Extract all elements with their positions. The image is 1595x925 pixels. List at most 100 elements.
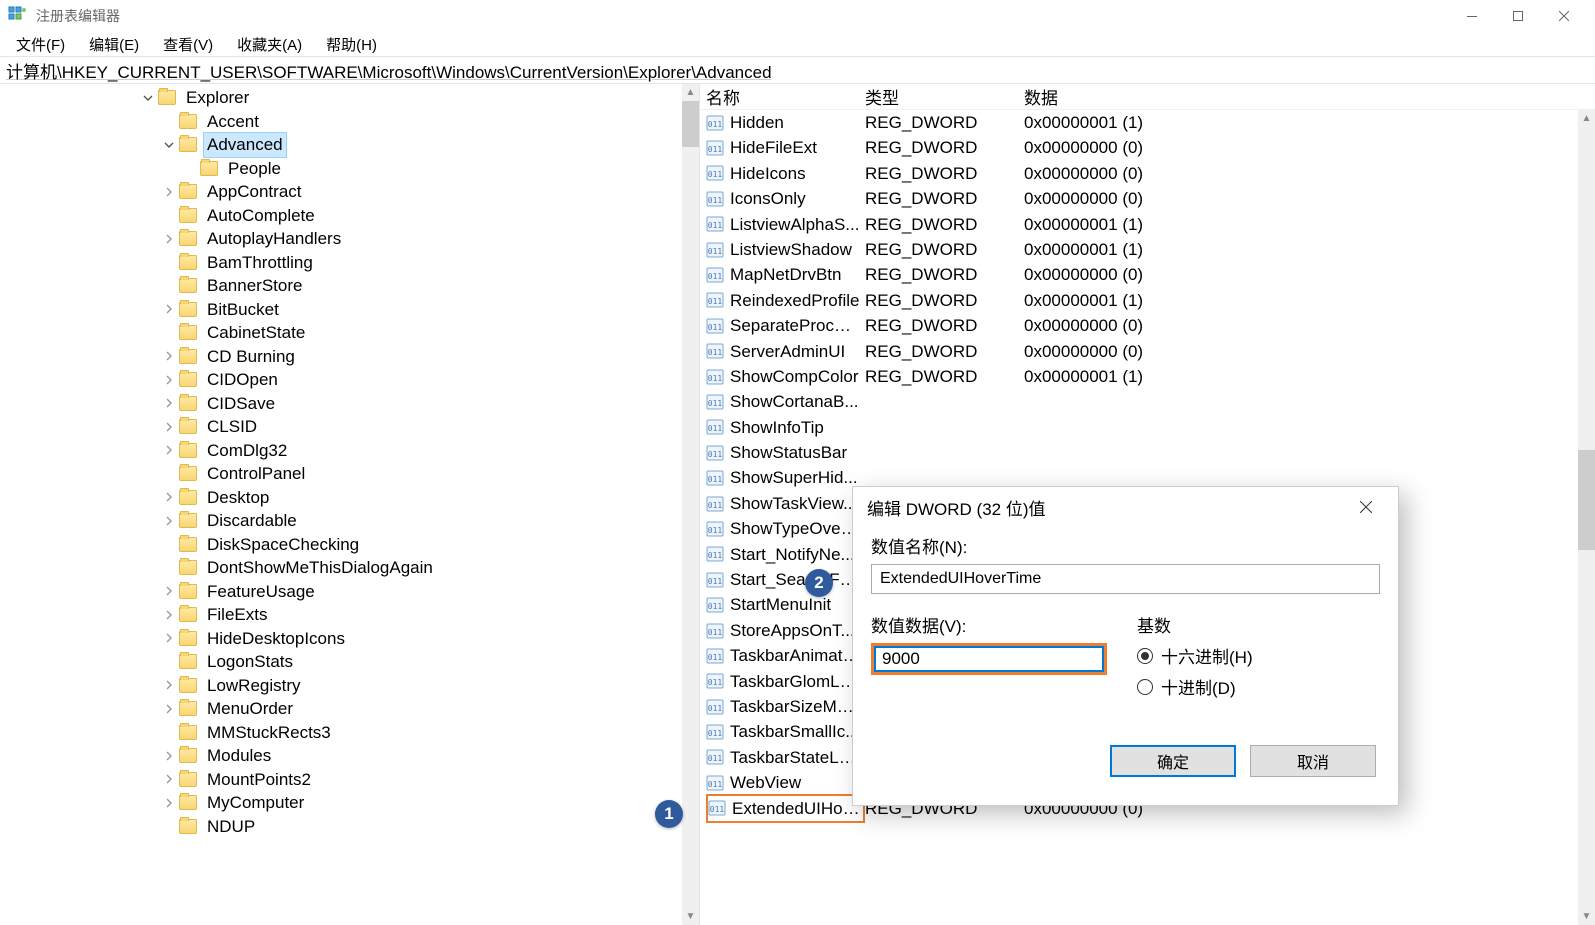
menu-file[interactable]: 文件(F) bbox=[4, 32, 77, 57]
tree-item[interactable]: Desktop bbox=[0, 486, 699, 510]
tree-item[interactable]: CabinetState bbox=[0, 321, 699, 345]
tree-item[interactable]: MountPoints2 bbox=[0, 768, 699, 792]
tree-item[interactable]: MMStuckRects3 bbox=[0, 721, 699, 745]
chevron-right-icon[interactable] bbox=[161, 372, 177, 388]
chevron-right-icon[interactable] bbox=[161, 419, 177, 435]
tree-item[interactable]: CIDSave bbox=[0, 392, 699, 416]
chevron-right-icon[interactable] bbox=[161, 677, 177, 693]
tree-item[interactable]: ControlPanel bbox=[0, 462, 699, 486]
tree-item[interactable]: ComDlg32 bbox=[0, 439, 699, 463]
dialog-close-button[interactable] bbox=[1348, 493, 1384, 521]
minimize-button[interactable] bbox=[1449, 0, 1495, 32]
column-data[interactable]: 数据 bbox=[1024, 84, 1595, 109]
ok-button[interactable]: 确定 bbox=[1110, 745, 1236, 777]
menu-favorites[interactable]: 收藏夹(A) bbox=[225, 32, 314, 57]
tree-item[interactable]: CD Burning bbox=[0, 345, 699, 369]
maximize-button[interactable] bbox=[1495, 0, 1541, 32]
list-row[interactable]: 011MapNetDrvBtnREG_DWORD0x00000000 (0) bbox=[700, 262, 1595, 287]
tree-item[interactable]: FeatureUsage bbox=[0, 580, 699, 604]
tree-item-label: CabinetState bbox=[203, 321, 309, 345]
chevron-right-icon[interactable] bbox=[161, 348, 177, 364]
list-row[interactable]: 011ShowStatusBar bbox=[700, 440, 1595, 465]
chevron-right-icon[interactable] bbox=[161, 630, 177, 646]
list-row[interactable]: 011ReindexedProfileREG_DWORD0x00000001 (… bbox=[700, 288, 1595, 313]
value-name-input[interactable] bbox=[871, 564, 1380, 594]
list-row[interactable]: 011SeparateProcessREG_DWORD0x00000000 (0… bbox=[700, 313, 1595, 338]
list-row[interactable]: 011ServerAdminUIREG_DWORD0x00000000 (0) bbox=[700, 339, 1595, 364]
tree-item[interactable]: CIDOpen bbox=[0, 368, 699, 392]
scroll-up-icon[interactable]: ▲ bbox=[682, 84, 699, 101]
tree-item[interactable]: LowRegistry bbox=[0, 674, 699, 698]
address-bar[interactable]: 计算机\HKEY_CURRENT_USER\SOFTWARE\Microsoft… bbox=[0, 56, 1595, 84]
value-type: REG_DWORD bbox=[865, 161, 1024, 186]
close-button[interactable] bbox=[1541, 0, 1587, 32]
tree-item[interactable]: AppContract bbox=[0, 180, 699, 204]
svg-text:011: 011 bbox=[708, 120, 723, 129]
list-row[interactable]: 011ShowInfoTip bbox=[700, 415, 1595, 440]
chevron-right-icon[interactable] bbox=[161, 513, 177, 529]
tree-item[interactable]: DiskSpaceChecking bbox=[0, 533, 699, 557]
chevron-right-icon[interactable] bbox=[161, 489, 177, 505]
radix-hex-radio[interactable]: 十六进制(H) bbox=[1137, 643, 1380, 668]
tree-item[interactable]: LogonStats bbox=[0, 650, 699, 674]
list-row[interactable]: 011ListviewAlphaS...REG_DWORD0x00000001 … bbox=[700, 212, 1595, 237]
svg-text:011: 011 bbox=[710, 805, 725, 814]
chevron-right-icon[interactable] bbox=[161, 583, 177, 599]
list-row[interactable]: 011ShowCortanaB... bbox=[700, 389, 1595, 414]
column-type[interactable]: 类型 bbox=[865, 84, 1024, 109]
chevron-right-icon[interactable] bbox=[161, 607, 177, 623]
list-row[interactable]: 011ShowCompColorREG_DWORD0x00000001 (1) bbox=[700, 364, 1595, 389]
tree-item[interactable]: BamThrottling bbox=[0, 251, 699, 275]
tree-item[interactable]: People bbox=[0, 157, 699, 181]
menu-help[interactable]: 帮助(H) bbox=[314, 32, 389, 57]
address-text: 计算机\HKEY_CURRENT_USER\SOFTWARE\Microsoft… bbox=[6, 58, 772, 83]
tree-item[interactable]: Accent bbox=[0, 110, 699, 134]
scroll-down-icon[interactable]: ▼ bbox=[682, 908, 699, 925]
tree-item[interactable]: BitBucket bbox=[0, 298, 699, 322]
tree-item[interactable]: MyComputer bbox=[0, 791, 699, 815]
tree-item[interactable]: Modules bbox=[0, 744, 699, 768]
column-name[interactable]: 名称 bbox=[706, 84, 865, 109]
tree[interactable]: ExplorerAccentAdvancedPeopleAppContractA… bbox=[0, 84, 699, 838]
menu-edit[interactable]: 编辑(E) bbox=[77, 32, 151, 57]
tree-item[interactable]: NDUP bbox=[0, 815, 699, 839]
chevron-right-icon[interactable] bbox=[161, 395, 177, 411]
tree-item[interactable]: MenuOrder bbox=[0, 697, 699, 721]
scroll-down-icon[interactable]: ▼ bbox=[1578, 908, 1595, 925]
chevron-right-icon[interactable] bbox=[161, 701, 177, 717]
radix-dec-radio[interactable]: 十进制(D) bbox=[1137, 674, 1380, 699]
chevron-right-icon[interactable] bbox=[161, 231, 177, 247]
chevron-down-icon[interactable] bbox=[161, 137, 177, 153]
tree-item[interactable]: Discardable bbox=[0, 509, 699, 533]
tree-item[interactable]: BannerStore bbox=[0, 274, 699, 298]
scroll-thumb[interactable] bbox=[682, 101, 699, 147]
chevron-right-icon[interactable] bbox=[161, 301, 177, 317]
menu-view[interactable]: 查看(V) bbox=[151, 32, 225, 57]
scroll-up-icon[interactable]: ▲ bbox=[1578, 110, 1595, 127]
folder-icon bbox=[179, 231, 197, 246]
chevron-down-icon[interactable] bbox=[140, 90, 156, 106]
tree-item[interactable]: DontShowMeThisDialogAgain bbox=[0, 556, 699, 580]
tree-item[interactable]: HideDesktopIcons bbox=[0, 627, 699, 651]
tree-item[interactable]: FileExts bbox=[0, 603, 699, 627]
tree-item[interactable]: AutoComplete bbox=[0, 204, 699, 228]
list-row[interactable]: 011HideFileExtREG_DWORD0x00000000 (0) bbox=[700, 135, 1595, 160]
tree-item[interactable]: CLSID bbox=[0, 415, 699, 439]
chevron-right-icon[interactable] bbox=[161, 795, 177, 811]
chevron-right-icon[interactable] bbox=[161, 184, 177, 200]
list-row[interactable]: 011HideIconsREG_DWORD0x00000000 (0) bbox=[700, 161, 1595, 186]
chevron-right-icon[interactable] bbox=[161, 748, 177, 764]
list-scrollbar[interactable]: ▲ ▼ bbox=[1578, 110, 1595, 925]
list-row[interactable]: 011HiddenREG_DWORD0x00000001 (1) bbox=[700, 110, 1595, 135]
tree-item[interactable]: Explorer bbox=[0, 86, 699, 110]
tree-item[interactable]: Advanced bbox=[0, 133, 699, 157]
list-row[interactable]: 011IconsOnlyREG_DWORD0x00000000 (0) bbox=[700, 186, 1595, 211]
chevron-right-icon[interactable] bbox=[161, 442, 177, 458]
list-row[interactable]: 011ListviewShadowREG_DWORD0x00000001 (1) bbox=[700, 237, 1595, 262]
tree-scrollbar[interactable]: ▲ ▼ bbox=[682, 84, 699, 925]
scroll-thumb[interactable] bbox=[1578, 450, 1595, 550]
value-data-input[interactable] bbox=[871, 643, 1107, 675]
chevron-right-icon[interactable] bbox=[161, 771, 177, 787]
tree-item[interactable]: AutoplayHandlers bbox=[0, 227, 699, 251]
cancel-button[interactable]: 取消 bbox=[1250, 745, 1376, 777]
